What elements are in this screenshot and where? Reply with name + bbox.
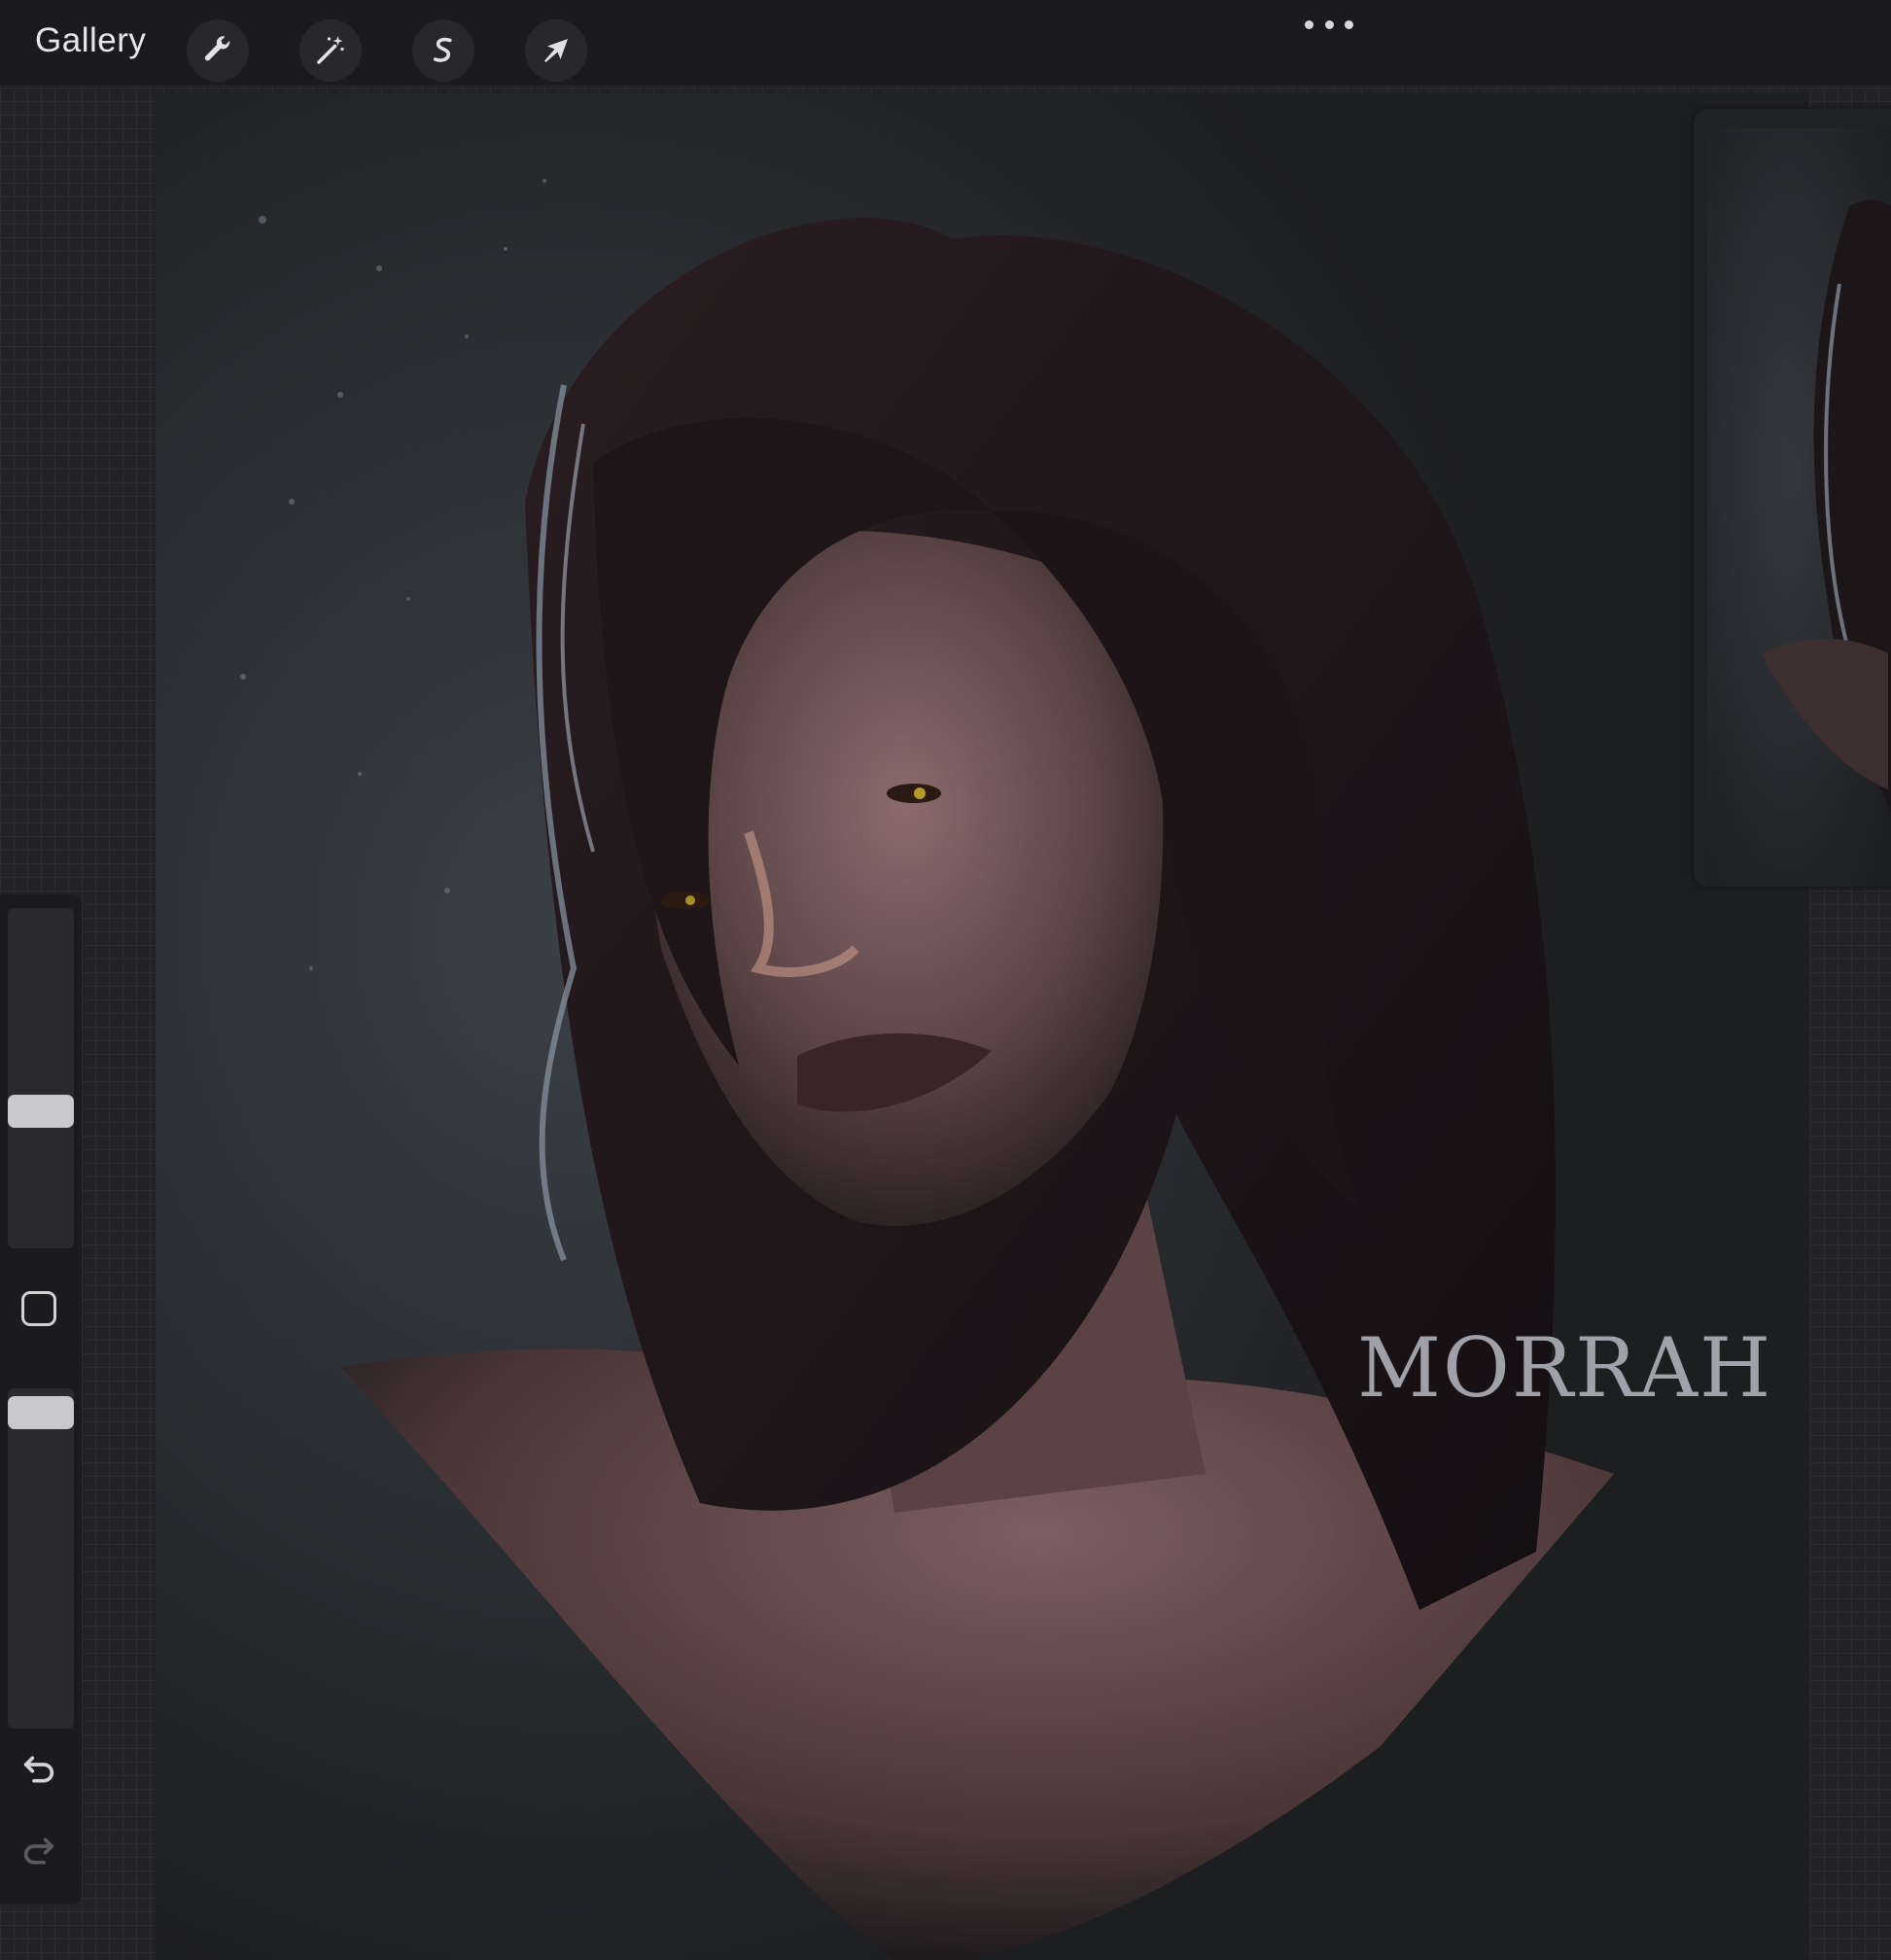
ellipsis-icon [1305, 19, 1313, 29]
artist-signature: MORRAH [1357, 1320, 1773, 1416]
redo-icon [23, 1838, 54, 1865]
actions-button[interactable] [187, 19, 249, 82]
undo-button[interactable] [19, 1750, 62, 1789]
undo-icon [23, 1756, 54, 1783]
adjustments-button[interactable] [299, 19, 362, 82]
more-options-button[interactable] [1305, 12, 1353, 37]
brush-size-slider[interactable] [8, 908, 74, 1248]
brush-size-handle[interactable] [8, 1095, 74, 1128]
opacity-handle[interactable] [8, 1396, 74, 1429]
redo-button[interactable] [19, 1832, 62, 1871]
opacity-slider[interactable] [8, 1388, 74, 1729]
reference-thumbnail [1707, 128, 1891, 887]
gallery-button[interactable]: Gallery [35, 21, 146, 60]
selection-s-icon [433, 37, 452, 62]
portrait-artwork [156, 93, 1808, 1960]
top-toolbar: Gallery [0, 0, 1891, 87]
selection-button[interactable] [412, 19, 474, 82]
reference-window[interactable] [1694, 109, 1891, 887]
arrow-cursor-icon [544, 39, 568, 62]
transform-button[interactable] [525, 19, 587, 82]
artwork-canvas[interactable]: MORRAH [156, 93, 1808, 1960]
magic-wand-icon [317, 36, 344, 64]
wrench-icon [204, 36, 230, 61]
left-sidebar [0, 894, 82, 1904]
modify-button[interactable] [21, 1291, 56, 1326]
